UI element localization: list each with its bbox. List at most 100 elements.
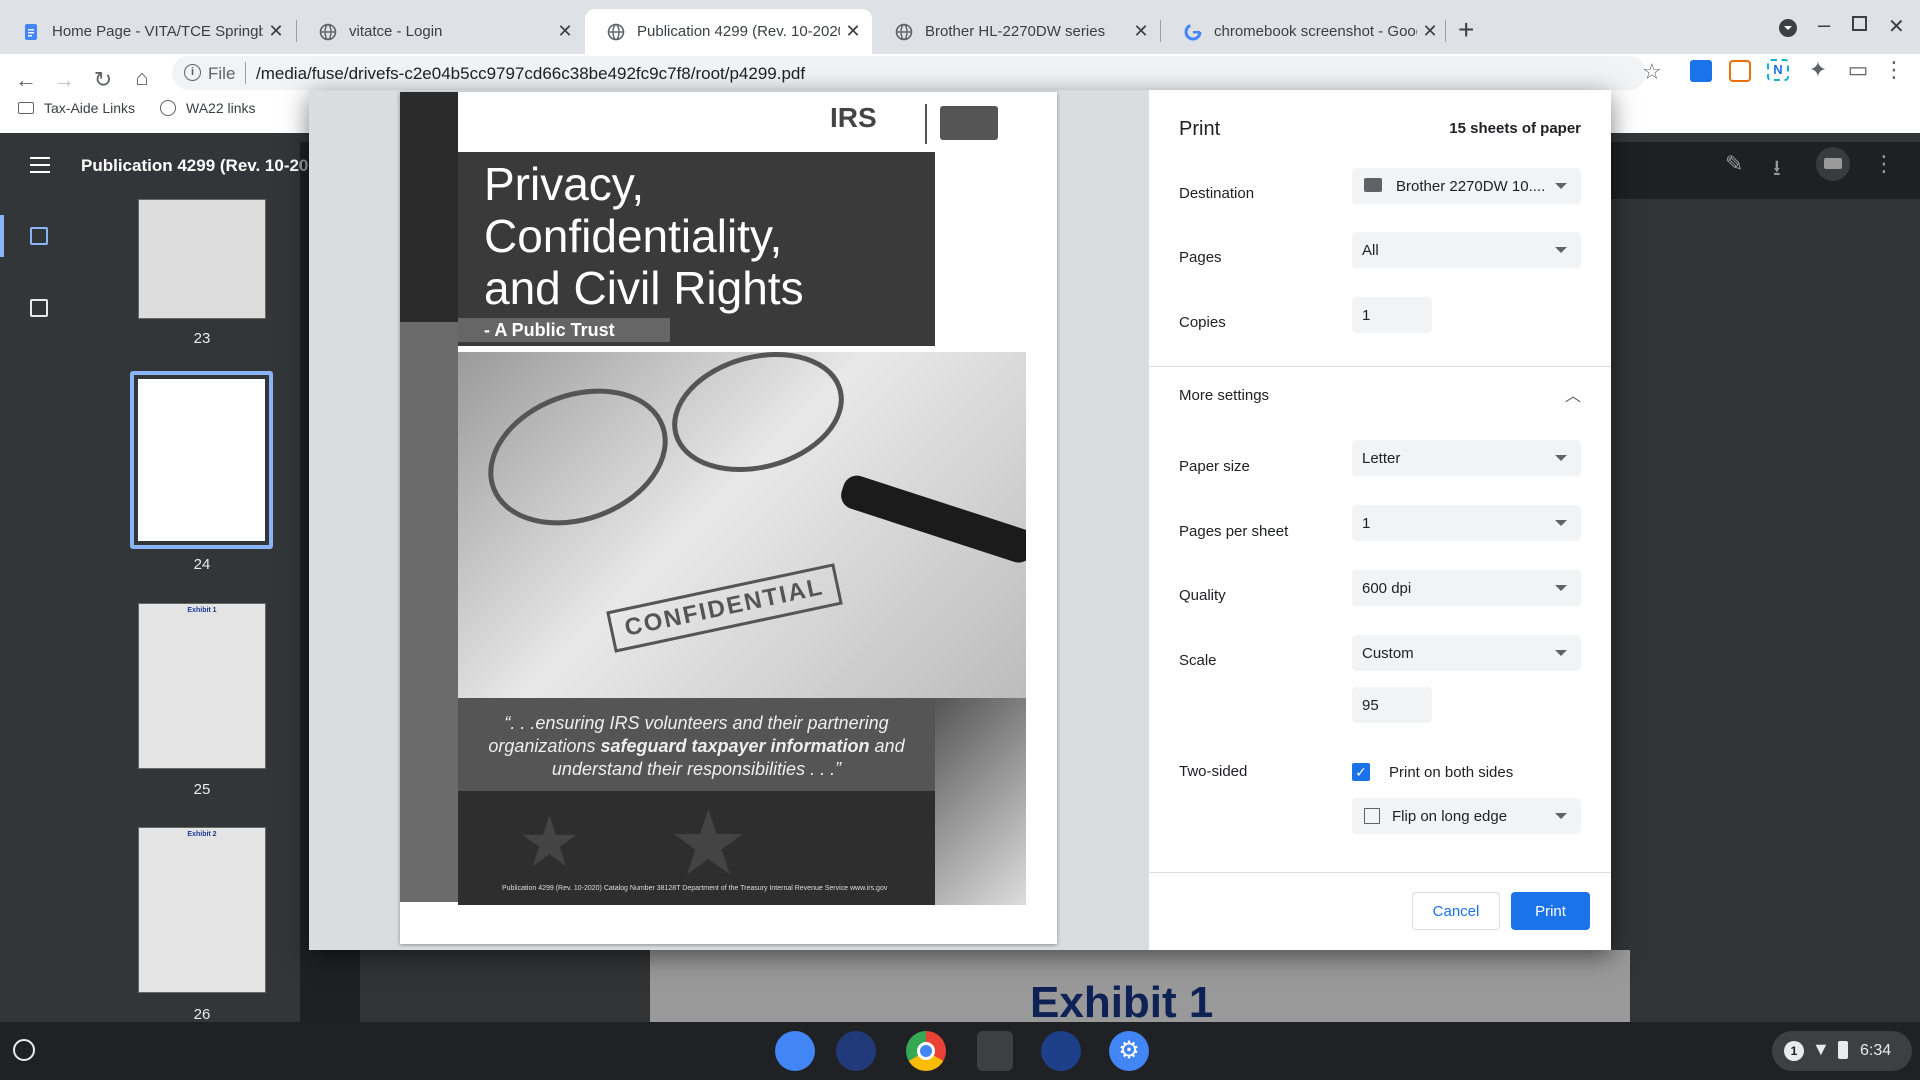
chevron-down-icon	[1555, 183, 1567, 189]
thumbnails-view-icon[interactable]	[30, 227, 48, 245]
chevron-up-icon[interactable]: ︿	[1565, 382, 1581, 406]
page-number: 25	[193, 781, 211, 798]
flip-value: Flip on long edge	[1392, 807, 1508, 825]
home-icon[interactable]: ⌂	[128, 66, 156, 90]
page-thumbnail-25[interactable]: Exhibit 1	[138, 603, 266, 769]
page-number: 26	[193, 1006, 211, 1023]
tab-vitatce-login[interactable]: vitatce - Login ✕	[297, 9, 584, 54]
print-button[interactable]: Print	[1511, 892, 1590, 930]
new-tab-icon[interactable]: +	[1458, 14, 1474, 46]
close-tab-icon[interactable]: ✕	[840, 21, 866, 42]
destination-value: Brother 2270DW 10....	[1396, 177, 1546, 195]
cover-stars-band: ★ ★ Publication 4299 (Rev. 10-2020) Cata…	[458, 791, 935, 905]
quote-emphasis: safeguard taxpayer information	[600, 736, 870, 756]
two-sided-checkbox[interactable]: ✓	[1352, 763, 1370, 781]
scale-input[interactable]: 95	[1352, 687, 1432, 723]
quote-line: organizations safeguard taxpayer informa…	[458, 735, 935, 758]
settings-gear-icon[interactable]: ⚙	[1109, 1031, 1149, 1071]
chevron-down-icon	[1555, 650, 1567, 656]
paper-size-select[interactable]: Letter	[1352, 440, 1581, 476]
calculator-app-icon[interactable]	[977, 1031, 1013, 1071]
extension-screen-icon[interactable]	[1729, 60, 1751, 82]
sheet-count: 15 sheets of paper	[1449, 120, 1581, 137]
google-icon	[1184, 23, 1202, 41]
title-line: and Civil Rights	[484, 262, 804, 314]
quality-label: Quality	[1179, 587, 1226, 604]
tab-home-page[interactable]: Home Page - VITA/TCE Springbo ✕	[0, 9, 295, 54]
scale-select[interactable]: Custom	[1352, 635, 1581, 671]
copies-input[interactable]: 1	[1352, 297, 1432, 333]
cover-footer: Publication 4299 (Rev. 10-2020) Catalog …	[502, 885, 888, 892]
print-dialog: IRS Privacy, Confidentiality, and Civil …	[309, 90, 1611, 950]
flip-long-edge-icon	[1364, 808, 1380, 824]
tab-strip: Home Page - VITA/TCE Springbo ✕ vitatce …	[0, 0, 1920, 54]
bookmark-label: Tax-Aide Links	[44, 100, 136, 116]
page-thumbnail-26[interactable]: Exhibit 2	[138, 827, 266, 993]
scale-value: Custom	[1362, 644, 1414, 662]
maximize-icon[interactable]	[1852, 16, 1867, 31]
two-sided-option-label: Print on both sides	[1389, 764, 1514, 781]
extension-link-icon[interactable]	[1690, 60, 1712, 82]
page-thumbnail-24-selected[interactable]	[130, 371, 273, 549]
close-tab-icon[interactable]: ✕	[552, 21, 578, 42]
treasury-flag-icon	[940, 106, 998, 140]
files-app-icon[interactable]	[775, 1031, 815, 1071]
pages-per-sheet-label: Pages per sheet	[1179, 523, 1289, 540]
page-thumbnail-23[interactable]	[138, 199, 266, 319]
back-icon[interactable]: ←	[12, 68, 40, 92]
close-tab-icon[interactable]: ✕	[1128, 21, 1154, 42]
thumb-exhibit-label: Exhibit 2	[187, 831, 217, 838]
minimize-icon[interactable]: –	[1818, 12, 1830, 38]
destination-select[interactable]: Brother 2270DW 10....	[1352, 168, 1581, 204]
cover-quote: “. . .ensuring IRS volunteers and their …	[458, 698, 935, 791]
brother-app-icon[interactable]	[1041, 1031, 1081, 1071]
pages-value: All	[1362, 241, 1379, 259]
tab-brother-hl-2270dw[interactable]: Brother HL-2270DW series ✕	[873, 9, 1160, 54]
bookmark-tax-aide-links[interactable]: Tax-Aide Links	[18, 100, 135, 116]
bookmark-wa22-links[interactable]: WA22 links	[160, 100, 256, 116]
info-icon[interactable]: i	[184, 64, 201, 81]
bookmark-star-icon[interactable]: ☆	[1642, 59, 1662, 85]
folder-icon	[18, 102, 34, 114]
quote-line: understand their responsibilities . . .”	[551, 759, 842, 779]
tab-title: Home Page - VITA/TCE Springbo	[52, 23, 263, 40]
forward-icon[interactable]: →	[50, 68, 78, 92]
status-tray[interactable]: 1 ▼ 6:34	[1772, 1031, 1912, 1071]
flip-select[interactable]: Flip on long edge	[1352, 798, 1581, 834]
cover-subtitle: - A Public Trust	[458, 318, 670, 342]
tab-publication-4299[interactable]: Publication 4299 (Rev. 10-2020) ✕	[585, 9, 872, 54]
logo-divider	[925, 104, 927, 144]
tab-search-icon[interactable]	[1778, 18, 1798, 43]
chevron-down-icon	[1555, 455, 1567, 461]
active-indicator	[0, 215, 4, 257]
pages-per-sheet-value: 1	[1362, 514, 1371, 532]
paper-size-value: Letter	[1362, 449, 1401, 467]
omnibox[interactable]: i File /media/fuse/drivefs-c2e04b5cc9797…	[172, 56, 1662, 90]
epson-app-icon[interactable]	[836, 1031, 876, 1071]
close-window-icon[interactable]: ✕	[1888, 14, 1905, 39]
chevron-down-icon	[1555, 813, 1567, 819]
pages-per-sheet-select[interactable]: 1	[1352, 505, 1581, 541]
title-line: Privacy,	[484, 158, 645, 210]
more-settings-toggle[interactable]: More settings	[1179, 387, 1269, 404]
cast-icon[interactable]: ▭	[1844, 58, 1872, 82]
chrome-menu-icon[interactable]: ⋮	[1880, 58, 1908, 82]
hamburger-menu-icon[interactable]	[30, 157, 50, 173]
extension-n-icon[interactable]: N	[1767, 59, 1789, 81]
close-tab-icon[interactable]: ✕	[263, 21, 289, 42]
cancel-button[interactable]: Cancel	[1412, 892, 1500, 930]
extensions-puzzle-icon[interactable]: ✦	[1804, 58, 1832, 82]
pages-select[interactable]: All	[1352, 232, 1581, 268]
copies-label: Copies	[1179, 314, 1226, 331]
close-tab-icon[interactable]: ✕	[1417, 21, 1443, 42]
reload-icon[interactable]: ↻	[89, 68, 117, 92]
outline-view-icon[interactable]	[30, 299, 48, 317]
chrome-app-icon[interactable]	[906, 1031, 946, 1071]
tab-chromebook-screenshot[interactable]: chromebook screenshot - Googl ✕	[1162, 9, 1449, 54]
quality-select[interactable]: 600 dpi	[1352, 570, 1581, 606]
cover-title: Privacy, Confidentiality, and Civil Righ…	[484, 158, 804, 314]
paper-size-label: Paper size	[1179, 458, 1250, 475]
tab-title: Brother HL-2270DW series	[925, 23, 1106, 40]
bookmark-label: WA22 links	[186, 100, 256, 116]
launcher-icon[interactable]	[13, 1039, 35, 1061]
